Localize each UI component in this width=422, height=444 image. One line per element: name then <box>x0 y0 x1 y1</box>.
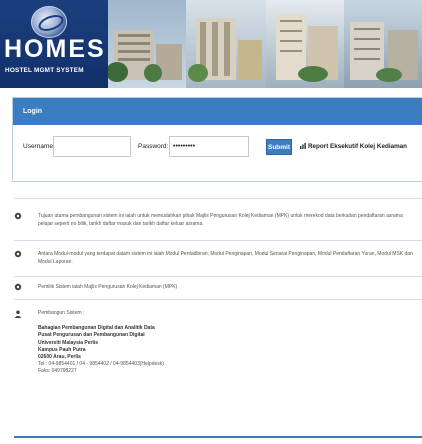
developer-info: Pembangun Sistem : Bahagian Pembangunan … <box>14 310 422 420</box>
report-link-label: Report Eksekutif Kolej Kediaman <box>308 143 408 150</box>
footer-line <box>14 436 422 438</box>
developer-fax: Faks: 049798227 <box>38 368 77 375</box>
developer-block: Pembangun Sistem : Bahagian Pembangunan … <box>38 310 338 376</box>
banner-photo-strip <box>106 0 422 88</box>
developer-line: Pusat Pengurusan dan Pembangunan Digital <box>38 332 145 339</box>
info-icon <box>14 212 22 220</box>
logo-text: HOMES <box>4 35 106 63</box>
login-panel: Login Username: Password: ••••••••• Subm… <box>12 97 422 182</box>
logo-tagline: HOSTEL MGMT SYSTEM <box>5 67 84 74</box>
info-item-text: Antara Modul-modul yang terdapat dalam s… <box>38 251 413 265</box>
developer-line: 02600 Arau, Perlis <box>38 354 81 361</box>
header-banner: HOMES HOSTEL MGMT SYSTEM <box>0 0 422 88</box>
info-item-text: Pemilik Sistem ialah Majlis Pengurusan K… <box>38 284 178 290</box>
password-input[interactable]: ••••••••• <box>169 136 249 157</box>
divider <box>14 276 422 277</box>
info-item: Tujuan utama pembangunan sistem ini iala… <box>14 212 422 236</box>
report-link[interactable]: Report Eksekutif Kolej Kediaman <box>300 143 407 150</box>
info-icon <box>14 283 22 291</box>
password-label: Password: <box>138 143 169 150</box>
chart-icon <box>300 143 306 149</box>
info-item-text: Tujuan utama pembangunan sistem ini iala… <box>38 213 403 227</box>
username-input[interactable] <box>53 136 131 157</box>
divider <box>14 198 422 199</box>
developer-heading: Pembangun Sistem : <box>38 310 85 316</box>
divider <box>14 299 422 300</box>
submit-button[interactable]: Submit <box>266 139 292 155</box>
logo-area: HOMES HOSTEL MGMT SYSTEM <box>0 0 108 88</box>
homes-logo-emblem <box>31 6 67 38</box>
login-title: Login <box>13 98 422 125</box>
developer-line: Universiti Malaysia Perlis <box>38 339 99 346</box>
info-item: Pemilik Sistem ialah Majlis Pengurusan K… <box>14 283 422 293</box>
info-item: Antara Modul-modul yang terdapat dalam s… <box>14 250 422 270</box>
developer-line: Kampus Pauh Putra <box>38 346 86 353</box>
info-icon <box>14 250 22 258</box>
developer-tel: Tel : 04-9854401 / 04 - 9854402 / 04-985… <box>38 361 164 368</box>
divider <box>14 240 422 241</box>
username-label: Username: <box>23 143 55 150</box>
developer-line: Bahagian Pembangunan Digital dan Analiti… <box>38 325 155 332</box>
user-icon <box>14 310 22 318</box>
login-form: Username: Password: ••••••••• Submit Rep… <box>13 131 422 165</box>
